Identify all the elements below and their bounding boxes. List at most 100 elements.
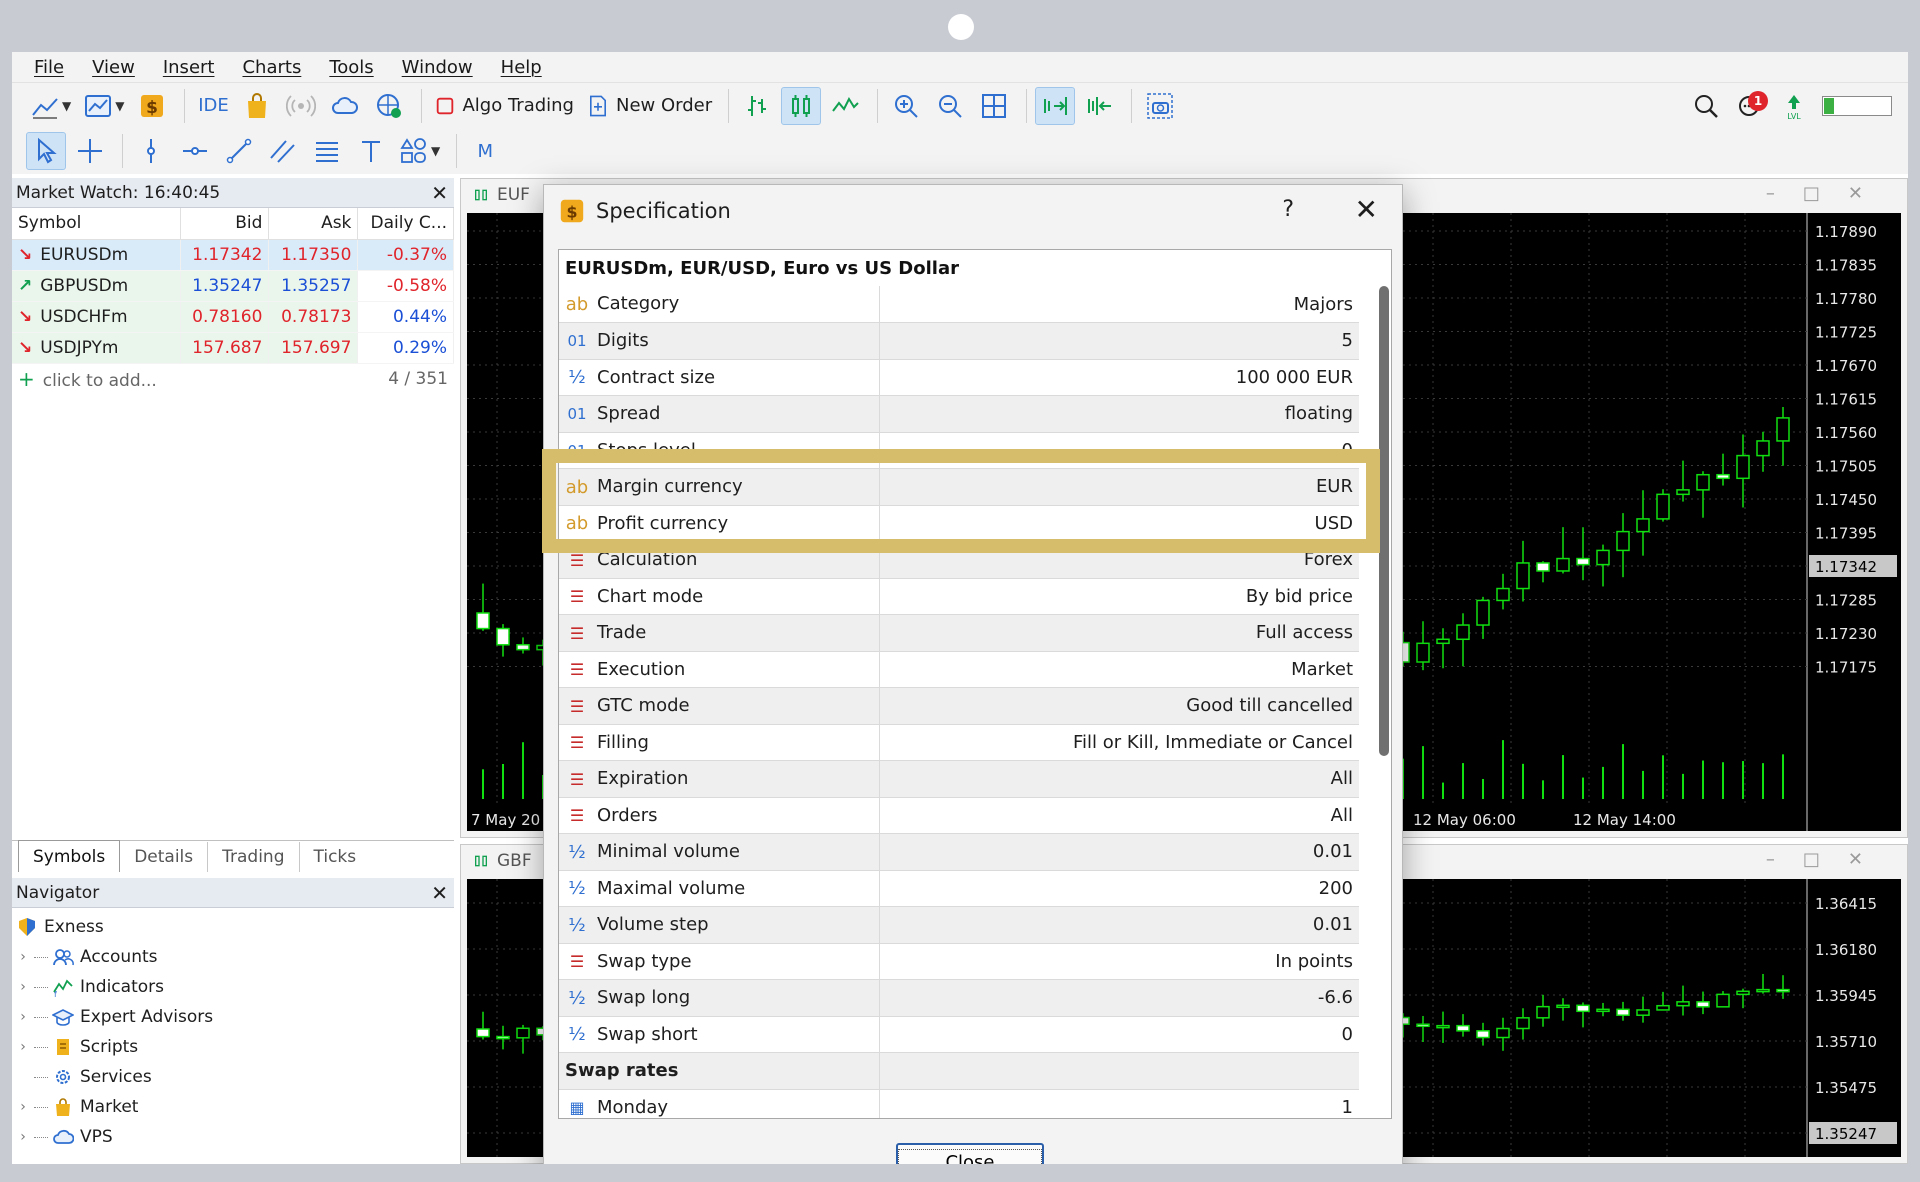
column-header-ask[interactable]: Ask [268, 208, 359, 240]
horizontal-line-button[interactable] [175, 132, 215, 170]
crosshair-button[interactable] [70, 132, 110, 170]
menu-window[interactable]: Window [402, 57, 473, 78]
table-row[interactable]: 01 Digits 5 [559, 322, 1359, 360]
search-button[interactable] [1686, 87, 1726, 125]
table-row[interactable]: ☰ Swap type In points [559, 943, 1359, 980]
window-controls[interactable]: –□✕ [1766, 849, 1891, 870]
scrollbar-thumb[interactable] [1379, 286, 1389, 756]
timeframe-button[interactable]: M [465, 132, 505, 170]
menu-help[interactable]: Help [501, 57, 542, 78]
nav-root[interactable]: Exness [12, 912, 454, 942]
table-row[interactable]: ↘ EURUSDm 1.17342 1.17350 -0.37% [12, 239, 454, 271]
market-button[interactable] [237, 87, 277, 125]
chevron-right-icon[interactable]: › [12, 1009, 34, 1025]
table-row[interactable]: ☰ Orders All [559, 797, 1359, 834]
chevron-right-icon[interactable]: › [12, 1099, 34, 1115]
tile-windows-button[interactable] [974, 87, 1014, 125]
nav-item-vps[interactable]: › VPS [12, 1122, 454, 1152]
shapes-button[interactable]: ▼ [395, 132, 444, 170]
bar-chart-button[interactable] [737, 87, 777, 125]
table-row[interactable]: 01 Stops level 0 [559, 432, 1359, 469]
nav-item-market[interactable]: › Market [12, 1092, 454, 1122]
new-order-button[interactable]: New Order [582, 87, 716, 125]
signals-button[interactable] [281, 87, 321, 125]
column-header-daily-change[interactable]: Daily C... [357, 208, 454, 240]
table-row[interactable]: ☰ Chart mode By bid price [559, 578, 1359, 615]
help-button[interactable]: ? [1282, 197, 1294, 222]
menu-file[interactable]: File [34, 57, 64, 78]
chevron-right-icon[interactable]: › [12, 1129, 34, 1145]
tab-symbols[interactable]: Symbols [18, 840, 121, 872]
table-row[interactable]: ½ Swap long -6.6 [559, 979, 1359, 1017]
nav-item-services[interactable]: Services [12, 1062, 454, 1092]
menu-insert[interactable]: Insert [163, 57, 215, 78]
trendline-button[interactable] [219, 132, 259, 170]
zoom-in-button[interactable] [886, 87, 926, 125]
close-icon[interactable]: ✕ [431, 881, 448, 905]
table-row[interactable]: ☰ Calculation Forex [559, 541, 1359, 579]
table-row[interactable]: Swap rates [559, 1052, 1359, 1090]
nav-item-expert-advisors[interactable]: › Expert Advisors [12, 1002, 454, 1032]
nav-item-indicators[interactable]: › f Indicators [12, 972, 454, 1002]
tab-trading[interactable]: Trading [208, 842, 300, 872]
symbols-button[interactable]: $ [132, 87, 172, 125]
fibonacci-button[interactable] [307, 132, 347, 170]
chevron-right-icon[interactable]: › [12, 1039, 34, 1055]
table-row[interactable]: ½ Volume step 0.01 [559, 906, 1359, 944]
table-row[interactable]: ab Profit currency USD [559, 505, 1359, 542]
table-row[interactable]: ☰ Expiration All [559, 760, 1359, 798]
table-row[interactable]: ab Margin currency EUR [559, 468, 1359, 506]
close-button[interactable]: Close [896, 1143, 1044, 1164]
table-row[interactable]: ↘ USDJPYm 157.687 157.697 0.29% [12, 332, 454, 364]
ide-button[interactable]: IDE [193, 87, 233, 125]
menu-view[interactable]: View [92, 57, 135, 78]
close-icon[interactable]: ✕ [431, 181, 448, 205]
table-row[interactable]: ½ Minimal volume 0.01 [559, 833, 1359, 871]
close-icon[interactable]: ✕ [1355, 193, 1378, 226]
table-row[interactable]: ☰ GTC mode Good till cancelled [559, 687, 1359, 725]
table-row[interactable]: ½ Swap short 0 [559, 1016, 1359, 1053]
notifications-button[interactable]: 1 [1730, 87, 1770, 125]
table-row[interactable]: ½ Maximal volume 200 [559, 870, 1359, 907]
signal-level-button[interactable]: LVL [1774, 87, 1814, 125]
column-header-symbol[interactable]: Symbol [12, 208, 181, 240]
menu-tools[interactable]: Tools [329, 57, 373, 78]
table-row[interactable]: ↗ GBPUSDm 1.35247 1.35257 -0.58% [12, 270, 454, 302]
window-controls[interactable]: –□✕ [1766, 183, 1891, 204]
table-row[interactable]: ▦ Monday 1 [559, 1089, 1359, 1118]
table-row[interactable]: ½ Contract size 100 000 EUR [559, 359, 1359, 396]
table-row[interactable]: ☰ Execution Market [559, 651, 1359, 688]
nav-item-scripts[interactable]: › Scripts [12, 1032, 454, 1062]
text-button[interactable] [351, 132, 391, 170]
tab-ticks[interactable]: Ticks [300, 842, 371, 872]
table-row[interactable]: ☰ Filling Fill or Kill, Immediate or Cance… [559, 724, 1359, 761]
channel-button[interactable] [263, 132, 303, 170]
navigator-panel: Navigator ✕ Exness › Accounts › f Indica… [12, 878, 454, 1164]
table-row[interactable]: ab Category Majors [559, 286, 1359, 323]
nav-item-accounts[interactable]: › Accounts [12, 942, 454, 972]
auto-scroll-button[interactable] [1035, 86, 1076, 125]
new-chart-button[interactable]: ▼ [26, 87, 75, 125]
chart-shift-button[interactable] [1079, 87, 1119, 125]
menu-charts[interactable]: Charts [242, 57, 301, 78]
chevron-right-icon[interactable]: › [12, 949, 34, 965]
candlestick-button[interactable] [781, 86, 822, 125]
line-button[interactable] [825, 87, 865, 125]
templates-button[interactable]: ▼ [79, 87, 128, 125]
vertical-line-button[interactable] [131, 132, 171, 170]
add-symbol-row[interactable]: + click to add... 4 / 351 [12, 364, 454, 395]
spec-key: ☰ Filling [559, 724, 880, 761]
chevron-right-icon[interactable]: › [12, 979, 34, 995]
column-header-bid[interactable]: Bid [180, 208, 270, 240]
tab-details[interactable]: Details [120, 842, 209, 872]
zoom-out-button[interactable] [930, 87, 970, 125]
table-row[interactable]: 01 Spread floating [559, 395, 1359, 433]
algo-trading-button[interactable]: Algo Trading [430, 87, 578, 125]
specification-list[interactable]: EURUSDm, EUR/USD, Euro vs US Dollar ab Ca… [558, 249, 1392, 1119]
table-row[interactable]: ☰ Trade Full access [559, 614, 1359, 652]
table-row[interactable]: ↘ USDCHFm 0.78160 0.78173 0.44% [12, 301, 454, 333]
vps-button[interactable] [325, 87, 365, 125]
web-button[interactable] [369, 87, 409, 125]
cursor-button[interactable] [26, 132, 66, 170]
screenshot-button[interactable] [1140, 87, 1180, 125]
